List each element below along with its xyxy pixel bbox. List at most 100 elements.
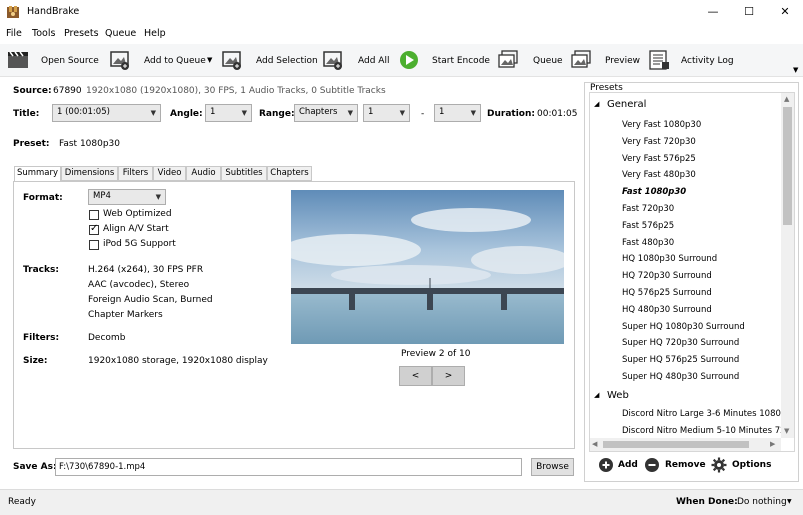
activity-log-button[interactable]: Activity Log — [646, 46, 736, 74]
remove-icon — [645, 458, 659, 472]
open-source-button[interactable]: Open Source — [4, 46, 99, 74]
menu-help[interactable]: Help — [144, 28, 166, 39]
toolbar-overflow-icon[interactable]: ▼ — [793, 66, 798, 74]
source-name: 67890 — [53, 86, 82, 96]
add-all-icon — [323, 51, 342, 70]
when-done-select[interactable]: Do nothing ▼ — [735, 494, 797, 510]
minimize-button[interactable]: — — [695, 0, 731, 25]
angle-value: 1 — [210, 107, 216, 117]
format-select[interactable]: MP4 ▼ — [88, 189, 166, 205]
toolbar: Open Source Add to Queue ▼ Add Selection… — [0, 44, 803, 77]
preview-next-button[interactable]: > — [432, 366, 465, 386]
add-selection-button[interactable]: Add Selection — [219, 46, 318, 74]
range-type-select[interactable]: Chapters ▼ — [294, 104, 358, 122]
film-clapper-icon — [8, 51, 28, 68]
preset-item[interactable]: Fast 480p30 — [622, 238, 674, 248]
preset-options-button[interactable]: Options — [710, 456, 772, 474]
preset-item[interactable]: Discord Nitro Large 3-6 Minutes 1080p — [622, 409, 786, 419]
tab-video[interactable]: Video — [153, 166, 186, 181]
handbrake-logo-icon — [7, 6, 19, 18]
queue-button[interactable]: Queue — [495, 46, 565, 74]
scroll-right-icon[interactable]: ▶ — [770, 440, 775, 448]
chevron-down-icon: ▼ — [347, 109, 353, 117]
preset-item[interactable]: Super HQ 1080p30 Surround — [622, 322, 745, 332]
preset-item[interactable]: Very Fast 720p30 — [622, 137, 696, 147]
presets-horizontal-scrollbar[interactable]: ◀ ▶ — [590, 438, 781, 451]
preview-button[interactable]: Preview — [568, 46, 642, 74]
save-as-input[interactable]: F:\730\67890-1.mp4 — [55, 458, 522, 476]
when-done-value: Do nothing — [737, 497, 787, 507]
preset-item[interactable]: Fast 1080p30 — [622, 187, 686, 197]
size-label: Size: — [23, 356, 48, 366]
range-start-value: 1 — [368, 107, 374, 117]
align-av-label: Align A/V Start — [103, 224, 169, 234]
tab-filters[interactable]: Filters — [118, 166, 153, 181]
preset-item[interactable]: Fast 720p30 — [622, 204, 674, 214]
close-button[interactable]: ✕ — [767, 0, 803, 25]
ipod-checkbox[interactable] — [89, 240, 99, 250]
menu-tools[interactable]: Tools — [32, 28, 55, 39]
maximize-button[interactable]: ☐ — [731, 0, 767, 25]
title-select[interactable]: 1 (00:01:05) ▼ — [52, 104, 161, 122]
remove-preset-button[interactable]: Remove — [644, 457, 706, 475]
add-preset-label: Add — [618, 460, 638, 470]
range-start-select[interactable]: 1 ▼ — [363, 104, 410, 122]
queue-icon — [498, 50, 518, 68]
preset-group-web[interactable]: Web — [607, 390, 629, 401]
browse-button[interactable]: Browse — [531, 458, 574, 476]
range-end-select[interactable]: 1 ▼ — [434, 104, 481, 122]
scroll-thumb[interactable] — [783, 107, 792, 225]
web-optimized-checkbox[interactable] — [89, 210, 99, 220]
add-icon — [599, 458, 613, 472]
preset-item[interactable]: Very Fast 576p25 — [622, 154, 696, 164]
tab-dimensions[interactable]: Dimensions — [61, 166, 118, 181]
preset-item[interactable]: HQ 480p30 Surround — [622, 305, 712, 315]
preset-item[interactable]: Super HQ 576p25 Surround — [622, 355, 739, 365]
scroll-thumb[interactable] — [603, 441, 749, 448]
add-to-queue-button[interactable]: Add to Queue ▼ — [106, 46, 216, 74]
title-value: 1 (00:01:05) — [57, 107, 110, 117]
scroll-down-icon[interactable]: ▼ — [784, 427, 789, 435]
menu-presets[interactable]: Presets — [64, 28, 99, 39]
scroll-left-icon[interactable]: ◀ — [592, 440, 597, 448]
track-item: H.264 (x264), 30 FPS PFR — [88, 265, 204, 275]
angle-select[interactable]: 1 ▼ — [205, 104, 252, 122]
preset-item[interactable]: Super HQ 720p30 Surround — [622, 338, 739, 348]
tab-subtitles[interactable]: Subtitles — [221, 166, 267, 181]
preset-item[interactable]: Very Fast 480p30 — [622, 170, 696, 180]
preset-group-general[interactable]: General — [607, 99, 646, 110]
preset-item[interactable]: HQ 576p25 Surround — [622, 288, 712, 298]
preview-prev-button[interactable]: < — [399, 366, 432, 386]
preset-value: Fast 1080p30 — [59, 139, 121, 149]
track-item: AAC (avcodec), Stereo — [88, 280, 190, 290]
filters-value: Decomb — [88, 333, 126, 343]
chevron-down-icon: ▼ — [470, 109, 476, 117]
tab-chapters[interactable]: Chapters — [267, 166, 312, 181]
presets-vertical-scrollbar[interactable]: ▲ ▼ — [781, 93, 794, 438]
start-encode-button[interactable]: Start Encode — [396, 46, 490, 74]
angle-label: Angle: — [170, 109, 203, 119]
title-label: Title: — [13, 109, 40, 119]
menu-file[interactable]: File — [6, 28, 22, 39]
tab-audio[interactable]: Audio — [186, 166, 221, 181]
duration-label: Duration: — [487, 109, 535, 119]
align-av-checkbox[interactable] — [89, 223, 99, 235]
source-label: Source: — [13, 86, 52, 96]
menu-queue[interactable]: Queue — [105, 28, 136, 39]
preset-item[interactable]: Very Fast 1080p30 — [622, 120, 701, 130]
preset-item[interactable]: HQ 720p30 Surround — [622, 271, 712, 281]
preset-item[interactable]: HQ 1080p30 Surround — [622, 254, 717, 264]
preset-item[interactable]: Super HQ 480p30 Surround — [622, 372, 739, 382]
chevron-down-icon[interactable]: ◢ — [594, 100, 599, 108]
chevron-down-icon: ▼ — [241, 109, 247, 117]
save-as-label: Save As: — [13, 462, 57, 472]
preset-item[interactable]: Fast 576p25 — [622, 221, 674, 231]
tab-summary[interactable]: Summary — [14, 166, 61, 182]
add-all-button[interactable]: Add All — [320, 46, 392, 74]
chevron-down-icon[interactable]: ◢ — [594, 391, 599, 399]
status-text: Ready — [8, 497, 36, 507]
scroll-up-icon[interactable]: ▲ — [784, 95, 789, 103]
add-selection-icon — [222, 51, 241, 70]
add-preset-button[interactable]: Add — [598, 457, 640, 475]
preset-item[interactable]: Discord Nitro Medium 5-10 Minutes 72 — [622, 426, 782, 436]
